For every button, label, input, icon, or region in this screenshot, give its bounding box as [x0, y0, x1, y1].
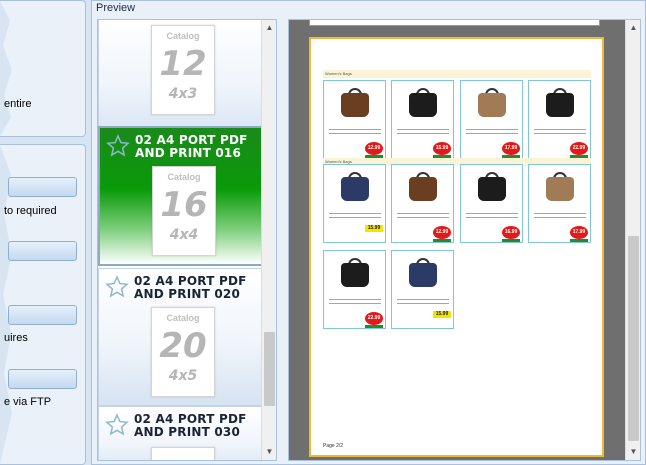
thumbnail-grid-size: 4x4	[169, 227, 199, 243]
product-description	[397, 213, 449, 218]
template-name: 02 A4 PORT PDF AND PRINT 020	[134, 274, 247, 301]
previous-page-edge	[309, 20, 600, 26]
product-description	[329, 299, 381, 304]
scroll-down-arrow-icon[interactable]: ▼	[626, 444, 640, 460]
product-tile: 22.99	[323, 250, 386, 329]
template-card[interactable]: 02 A4 PORT PDF AND PRINT 020 Catalog 20 …	[98, 268, 266, 406]
preview-title: Preview	[96, 2, 136, 14]
template-thumbnail: Catalog 20 4x5	[151, 307, 215, 397]
thumbnail-catalog-label: Catalog	[167, 172, 201, 182]
product-image	[341, 263, 369, 287]
product-tile: 15.99	[391, 250, 454, 329]
product-tile: 22.99	[528, 80, 591, 159]
section-title: Women's Bags	[325, 71, 352, 76]
stock-indicator	[433, 239, 451, 242]
torn-edge-decoration	[0, 1, 12, 136]
product-image	[409, 93, 437, 117]
product-description	[534, 213, 586, 218]
thumbnail-grid-size: 4x3	[168, 86, 198, 102]
scroll-up-arrow-icon[interactable]: ▲	[262, 20, 276, 36]
template-name: 02 A4 PORT PDF AND PRINT 030	[134, 412, 247, 439]
wizard-step-group-bottom: to required uires e via FTP	[0, 144, 86, 465]
product-image	[546, 93, 574, 117]
template-name: 02 A4 PORT PDF AND PRINT 016	[135, 133, 248, 160]
favorite-star-icon[interactable]	[105, 413, 129, 437]
thumbnail-item-count: 12	[159, 44, 207, 84]
scroll-down-arrow-icon[interactable]: ▼	[262, 444, 276, 460]
wizard-step-button-1[interactable]	[8, 177, 77, 197]
section-header: Women's Bags	[323, 70, 591, 78]
wizard-steps-panel: entire to required uires e via FTP	[0, 0, 86, 465]
step-description-text: to required	[4, 205, 57, 217]
product-description	[397, 129, 449, 134]
thumbnail-grid-size: 4x5	[168, 368, 198, 384]
product-image	[341, 93, 369, 117]
price-badge: 17.99	[502, 142, 520, 155]
template-card[interactable]: 02 A4 PORT PDF AND PRINT 030	[98, 406, 266, 460]
template-thumbnail: Catalog 12 4x3	[151, 25, 215, 115]
product-tile: 17.99	[528, 164, 591, 243]
favorite-star-icon[interactable]	[105, 275, 129, 299]
template-list-scrollbar[interactable]: ▲ ▼	[261, 20, 276, 460]
product-description	[466, 129, 518, 134]
favorite-star-icon[interactable]	[106, 134, 130, 158]
product-tile: 16.99	[460, 164, 523, 243]
product-description	[329, 213, 381, 218]
price-badge: 22.99	[365, 312, 383, 325]
price-badge: 17.99	[570, 226, 588, 239]
product-description	[329, 129, 381, 134]
template-card-selected[interactable]: 02 A4 PORT PDF AND PRINT 016 Catalog 16 …	[98, 126, 266, 266]
page-number: Page 2/2	[323, 443, 344, 449]
product-image	[341, 177, 369, 201]
catalog-page: Women's Bags 12.99 15.99 17.99 22.99 Wom…	[309, 37, 604, 457]
stock-indicator	[570, 239, 588, 242]
stock-indicator	[365, 325, 383, 328]
product-image	[478, 93, 506, 117]
template-card[interactable]: Catalog 12 4x3	[98, 20, 266, 140]
scrollbar-thumb[interactable]	[628, 236, 639, 441]
thumbnail-item-count: 20	[159, 326, 207, 366]
price-tag: 15.99	[433, 311, 451, 318]
product-description	[397, 299, 449, 304]
page-preview-scrollbar[interactable]: ▲ ▼	[625, 20, 640, 460]
product-tile: 17.99	[460, 80, 523, 159]
product-image	[478, 177, 506, 201]
product-image	[409, 263, 437, 287]
product-description	[466, 213, 518, 218]
template-thumbnail: Catalog 16 4x4	[152, 166, 216, 256]
wizard-step-button-2[interactable]	[8, 241, 77, 261]
product-image	[409, 177, 437, 201]
step-description-text: uires	[4, 332, 28, 344]
thumbnail-catalog-label: Catalog	[166, 31, 200, 41]
page-preview-area: Women's Bags 12.99 15.99 17.99 22.99 Wom…	[288, 19, 641, 461]
price-badge: 12.99	[433, 226, 451, 239]
product-tile: 15.99	[323, 164, 386, 243]
template-thumbnail	[151, 447, 215, 460]
price-badge: 22.99	[570, 142, 588, 155]
thumbnail-item-count: 16	[160, 185, 208, 225]
wizard-step-button-4[interactable]	[8, 369, 77, 389]
wizard-step-group-top: entire	[0, 0, 86, 137]
step-description-text: entire	[4, 98, 32, 110]
wizard-step-button-3[interactable]	[8, 305, 77, 325]
price-tag: 15.99	[365, 225, 383, 232]
product-tile: 12.99	[323, 80, 386, 159]
price-badge: 15.99	[433, 142, 451, 155]
product-tile: 15.99	[391, 80, 454, 159]
thumbnail-catalog-label: Catalog	[166, 313, 200, 323]
step-description-text: e via FTP	[4, 396, 52, 408]
product-tile: 12.99	[391, 164, 454, 243]
scroll-up-arrow-icon[interactable]: ▲	[626, 20, 640, 36]
preview-group: Preview Catalog 12 4x3 02 A4 PORT PDF AN…	[91, 0, 646, 465]
price-badge: 12.99	[365, 142, 383, 155]
product-image	[546, 177, 574, 201]
stock-indicator	[502, 239, 520, 242]
scrollbar-thumb[interactable]	[264, 332, 275, 406]
price-badge: 16.99	[502, 226, 520, 239]
template-list[interactable]: Catalog 12 4x3 02 A4 PORT PDF AND PRINT …	[97, 19, 277, 461]
product-description	[534, 129, 586, 134]
